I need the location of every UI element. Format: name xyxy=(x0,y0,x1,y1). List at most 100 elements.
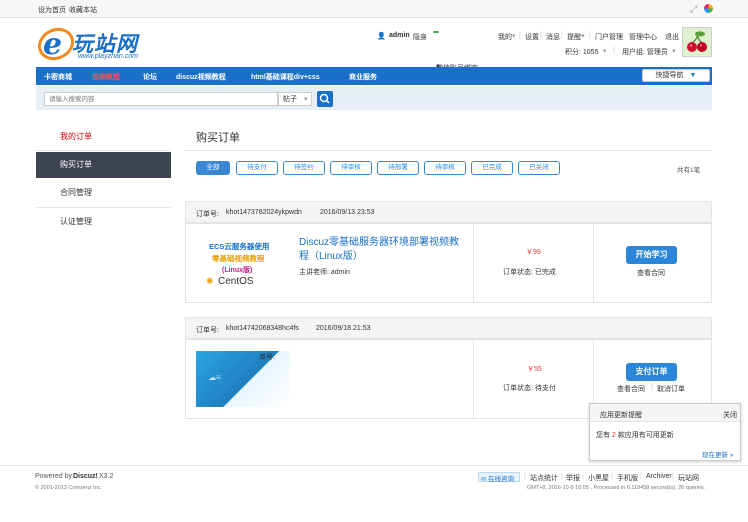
divider: | xyxy=(611,473,613,480)
divider: | xyxy=(561,473,563,480)
thumb-line-4: CentOS xyxy=(218,276,254,287)
portal-admin-link[interactable]: 门户管理 xyxy=(595,32,623,42)
divider: | xyxy=(561,32,563,39)
popup-message: 您有 2 款应用有可用更新 xyxy=(596,430,674,440)
footer-link[interactable]: 玩站网 xyxy=(678,473,699,483)
tab-all[interactable]: 全部 xyxy=(196,161,230,175)
avatar[interactable] xyxy=(682,27,712,57)
popup-close-button[interactable]: 关闭 xyxy=(723,410,737,420)
divider xyxy=(593,224,594,302)
sidebar-item-my-orders[interactable]: 我的订单 xyxy=(36,124,171,150)
nav-item-card-shop[interactable]: 卡密商城 xyxy=(44,72,72,82)
divider xyxy=(473,224,474,302)
invisible-toggle[interactable]: 隐身 xyxy=(413,32,427,42)
divider: | xyxy=(540,32,542,39)
divider: | xyxy=(640,473,642,480)
search-input[interactable] xyxy=(44,92,278,106)
course-title-link[interactable]: Discuz零基础服务器环境部署视频教程（Linux版） xyxy=(299,236,467,264)
divider xyxy=(0,465,748,466)
course-teacher: 主讲老师: admin xyxy=(299,269,350,276)
tab-pending-payment[interactable]: 待支付 xyxy=(236,161,278,175)
order-total: 共有1笔 xyxy=(677,167,701,174)
centos-icon: ✺ xyxy=(206,276,214,286)
cancel-order-link[interactable]: 取消订单 xyxy=(657,384,685,394)
course-thumbnail[interactable]: ECS云服务器使用 零基础视频教程 (Linux版) ✺ CentOS xyxy=(196,236,290,292)
cloud-logo-icon: ☁≡ xyxy=(208,373,221,382)
bookmark-link[interactable]: 收藏本站 xyxy=(69,5,97,15)
view-contract-link[interactable]: 查看合同 xyxy=(637,268,665,278)
logo-url: www.playzhan.com xyxy=(78,53,138,60)
divider: | xyxy=(613,47,615,54)
order-status: 订单状态: 已完成 xyxy=(503,269,556,276)
nav-item-video-tutorials[interactable]: 视频教程 xyxy=(92,72,120,82)
online-consult-button[interactable]: ✉ 在线咨询 xyxy=(478,472,520,483)
footer-link[interactable]: 举报 xyxy=(566,473,580,483)
settings-link[interactable]: 设置 xyxy=(525,32,539,42)
search-button[interactable] xyxy=(317,91,333,107)
quick-nav-button[interactable]: 快捷导航 ▼ xyxy=(642,69,710,82)
logout-link[interactable]: 退出 xyxy=(665,32,679,42)
username-link[interactable]: admin xyxy=(389,32,410,39)
divider xyxy=(473,340,474,418)
popup-message-post: 款应用有可用更新 xyxy=(617,432,674,439)
footer-link[interactable]: 手机版 xyxy=(617,473,638,483)
nav-item-html-course[interactable]: html基础课程div+css xyxy=(251,72,320,82)
divider: | xyxy=(589,32,591,39)
thumb-line-2: 零基础视频教程 xyxy=(212,254,265,263)
divider xyxy=(36,207,171,208)
footer-link[interactable]: Archiver xyxy=(646,473,672,480)
quick-nav-label: 快捷导航 xyxy=(655,72,684,79)
order-number: khot1473782024ykpwdn xyxy=(226,209,302,216)
theme-icon[interactable] xyxy=(704,4,713,13)
chevron-down-icon: ▾ xyxy=(512,33,516,40)
footer-link[interactable]: 站点统计 xyxy=(530,473,558,483)
discuz-link[interactable]: Discuz! xyxy=(73,473,98,480)
order-date: 2016/09/18 21:53 xyxy=(316,325,371,332)
footer: Powered by Discuz! X3.2 © 2001-2013 Coms… xyxy=(0,465,748,522)
page-title: 购买订单 xyxy=(196,132,240,144)
nav-item-forum[interactable]: 论坛 xyxy=(143,72,157,82)
sidebar-item-certification[interactable]: 认证管理 xyxy=(36,209,171,235)
tab-closed[interactable]: 已关闭 xyxy=(518,161,560,175)
top-strip: 设为首页 收藏本站 ⤢ xyxy=(0,0,748,18)
points-menu[interactable]: 积分: 1055 xyxy=(565,47,598,57)
set-home-link[interactable]: 设为首页 xyxy=(38,5,66,15)
copyright: © 2001-2013 Comsenz Inc. xyxy=(35,485,103,491)
user-icon: 👤 xyxy=(377,33,386,40)
search-type-select[interactable]: 帖子 ▾ xyxy=(278,92,312,106)
popup-title: 应用更新提醒 xyxy=(600,412,642,419)
tab-pending-sign[interactable]: 待签约 xyxy=(283,161,325,175)
logo-e-icon: e xyxy=(37,27,75,62)
messages-link[interactable]: 消息 xyxy=(546,32,560,42)
site-logo[interactable]: e 玩站网 www.playzhan.com xyxy=(36,22,166,64)
main-nav: 卡密商城 视频教程 论坛 discuz视频教程 html基础课程div+css … xyxy=(36,67,712,85)
tab-pending-deploy[interactable]: 待部署 xyxy=(377,161,419,175)
divider xyxy=(36,150,171,151)
order-number: khot14742068348hc4fs xyxy=(226,325,299,332)
search-type-label: 帖子 xyxy=(283,96,297,103)
sidebar-item-purchase-orders[interactable]: 购买订单 xyxy=(36,152,171,178)
expand-icon[interactable]: ⤢ xyxy=(690,4,697,15)
footer-link[interactable]: 小黑屋 xyxy=(588,473,609,483)
my-menu[interactable]: 我的 xyxy=(498,32,512,42)
wechat-bind-button[interactable]: ● 微信账号绑定 xyxy=(433,31,478,72)
divider: | xyxy=(672,473,674,480)
sidebar-item-contracts[interactable]: 合同管理 xyxy=(36,180,171,206)
chat-icon: ✉ xyxy=(481,477,487,483)
order-number-label: 订单号: xyxy=(196,211,219,218)
reminders-link[interactable]: 提醒 xyxy=(567,32,581,42)
course-thumbnail[interactable]: ☁≡ xyxy=(196,351,290,407)
admin-center-link[interactable]: 管理中心 xyxy=(629,32,657,42)
tab-pending-review-2[interactable]: 待审核 xyxy=(424,161,466,175)
usergroup-menu[interactable]: 用户组: 管理员 xyxy=(622,47,668,57)
nav-item-discuz-videos[interactable]: discuz视频教程 xyxy=(176,72,226,82)
update-now-link[interactable]: 现在更新 » xyxy=(702,449,733,459)
nav-item-business[interactable]: 商业服务 xyxy=(349,72,377,82)
view-contract-link[interactable]: 查看合同 xyxy=(617,384,645,394)
pay-order-button[interactable]: 支付订单 xyxy=(626,363,677,381)
popup-message-pre: 您有 xyxy=(596,432,610,439)
start-learning-button[interactable]: 开始学习 xyxy=(626,246,677,264)
tab-completed[interactable]: 已完成 xyxy=(471,161,513,175)
tab-pending-review[interactable]: 待审核 xyxy=(330,161,372,175)
